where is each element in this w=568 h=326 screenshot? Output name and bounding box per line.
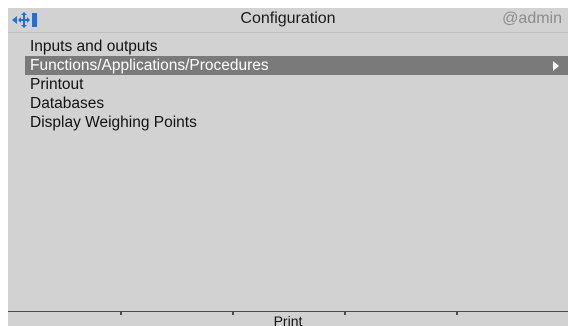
menu-item[interactable]: Functions/Applications/Procedures bbox=[25, 56, 568, 75]
menu-item[interactable]: Inputs and outputs bbox=[25, 37, 568, 56]
menu-item-label: Functions/Applications/Procedures bbox=[30, 57, 269, 74]
softkey-5[interactable] bbox=[456, 312, 568, 326]
title-bar: Configuration @admin bbox=[8, 8, 568, 33]
page-title: Configuration bbox=[240, 10, 336, 27]
softkey-3[interactable]: Print bbox=[232, 312, 344, 326]
menu-item-label: Databases bbox=[30, 95, 105, 112]
menu-list: Inputs and outputs Functions/Applications… bbox=[25, 37, 568, 132]
softkey-4[interactable] bbox=[344, 312, 456, 326]
menu-item[interactable]: Printout bbox=[25, 75, 568, 94]
submenu-arrow-icon bbox=[553, 61, 559, 71]
menu-item-label: Display Weighing Points bbox=[30, 114, 197, 131]
screen: Configuration @admin Inputs and outputs F… bbox=[0, 0, 568, 326]
menu-item[interactable]: Databases bbox=[25, 94, 568, 113]
user-indicator: @admin bbox=[502, 10, 562, 27]
menu-item-label: Printout bbox=[30, 76, 84, 93]
menu-panel: Inputs and outputs Functions/Applications… bbox=[8, 33, 568, 311]
menu-item-label: Inputs and outputs bbox=[30, 38, 158, 55]
menu-item[interactable]: Display Weighing Points bbox=[25, 113, 568, 132]
softkey-1[interactable] bbox=[8, 312, 120, 326]
softkey-bar: Print bbox=[8, 311, 568, 326]
softkey-2[interactable] bbox=[120, 312, 232, 326]
